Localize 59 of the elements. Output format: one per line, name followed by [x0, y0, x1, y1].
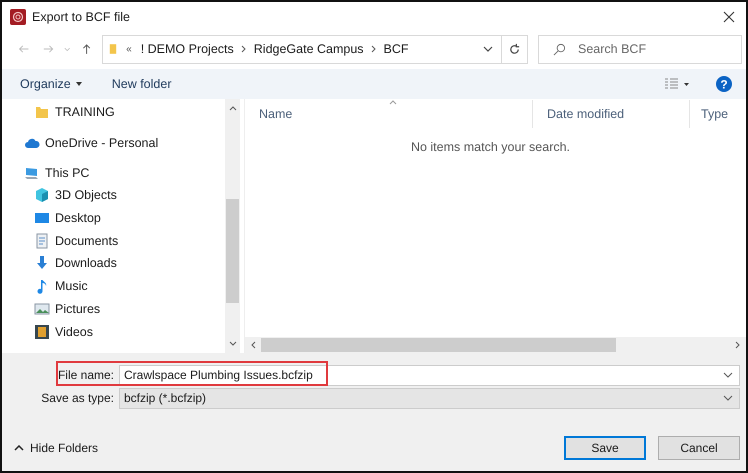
breadcrumb[interactable]: BCF — [384, 42, 409, 56]
breadcrumb[interactable]: RidgeGate Campus — [254, 42, 364, 56]
column-header[interactable]: Type — [690, 100, 746, 128]
address-bar[interactable]: « ! DEMO Projects RidgeGate Campus BCF — [102, 34, 502, 64]
save-as-type-label: Save as type: — [40, 391, 115, 405]
save-button[interactable]: Save — [564, 436, 646, 460]
hide-folders-button[interactable]: Hide Folders — [14, 441, 98, 455]
nav-item[interactable]: OneDrive - Personal — [2, 131, 225, 154]
refresh-icon — [508, 42, 522, 56]
folder-icon — [109, 42, 118, 56]
window-title: Export to BCF file — [32, 10, 131, 24]
scroll-left-icon[interactable] — [250, 341, 256, 349]
scrollbar[interactable] — [245, 337, 746, 353]
search-field[interactable]: Search BCF — [538, 34, 742, 64]
column-header[interactable]: Name — [245, 100, 533, 128]
chevron-right-icon — [240, 45, 247, 53]
chevron-down-icon[interactable] — [723, 395, 733, 401]
empty-message: No items match your search. — [410, 140, 572, 154]
nav-item[interactable]: Music — [2, 274, 225, 298]
picture-icon — [34, 300, 50, 317]
search-icon — [553, 42, 566, 56]
film-icon — [34, 324, 50, 340]
nav-item[interactable]: 3D Objects — [2, 184, 225, 207]
caret-down-icon — [76, 82, 82, 86]
sort-caret-icon — [389, 100, 397, 105]
nav-item[interactable]: Downloads — [2, 252, 225, 275]
document-icon — [34, 232, 50, 249]
chevron-right-icon — [370, 45, 377, 53]
nav-item[interactable]: Pictures — [2, 298, 225, 320]
cube-icon — [34, 187, 50, 204]
chevron-down-icon[interactable] — [483, 45, 494, 53]
column-header[interactable]: Date modified — [533, 100, 690, 128]
new-folder-button[interactable]: New folder — [112, 77, 172, 91]
breadcrumb[interactable]: ! DEMO Projects — [140, 42, 234, 56]
organize-menu[interactable]: Organize — [20, 77, 82, 91]
nav-item[interactable]: This PC — [2, 161, 225, 184]
save-as-type-dropdown[interactable]: bcfzip (*.bcfzip) — [119, 388, 740, 408]
nav-item[interactable]: Documents — [2, 229, 225, 252]
download-icon — [34, 255, 50, 272]
file-name-label: File name: — [56, 368, 115, 382]
cancel-button[interactable]: Cancel — [658, 436, 740, 460]
file-name-field[interactable]: Crawlspace Plumbing Issues.bcfzip — [119, 364, 740, 386]
refresh-button[interactable] — [501, 34, 528, 64]
folder-icon — [34, 104, 50, 120]
help-icon[interactable]: ? — [716, 76, 732, 92]
nav-item[interactable]: Videos — [2, 320, 225, 343]
up-arrow-icon[interactable] — [80, 42, 92, 56]
chevron-down-icon[interactable] — [723, 372, 733, 378]
app-logo-icon — [10, 9, 26, 25]
overflow-chevron[interactable]: « — [126, 44, 132, 54]
nav-item[interactable]: Desktop — [2, 206, 225, 230]
scroll-right-icon[interactable] — [735, 341, 741, 349]
scroll-down-icon[interactable] — [228, 341, 236, 347]
view-options-icon[interactable] — [664, 78, 690, 90]
scrollbar[interactable] — [225, 99, 240, 353]
scroll-up-icon[interactable] — [228, 105, 236, 111]
nav-item[interactable]: TRAINING — [2, 101, 225, 124]
chevron-up-icon — [14, 445, 24, 451]
close-icon[interactable] — [723, 11, 735, 23]
